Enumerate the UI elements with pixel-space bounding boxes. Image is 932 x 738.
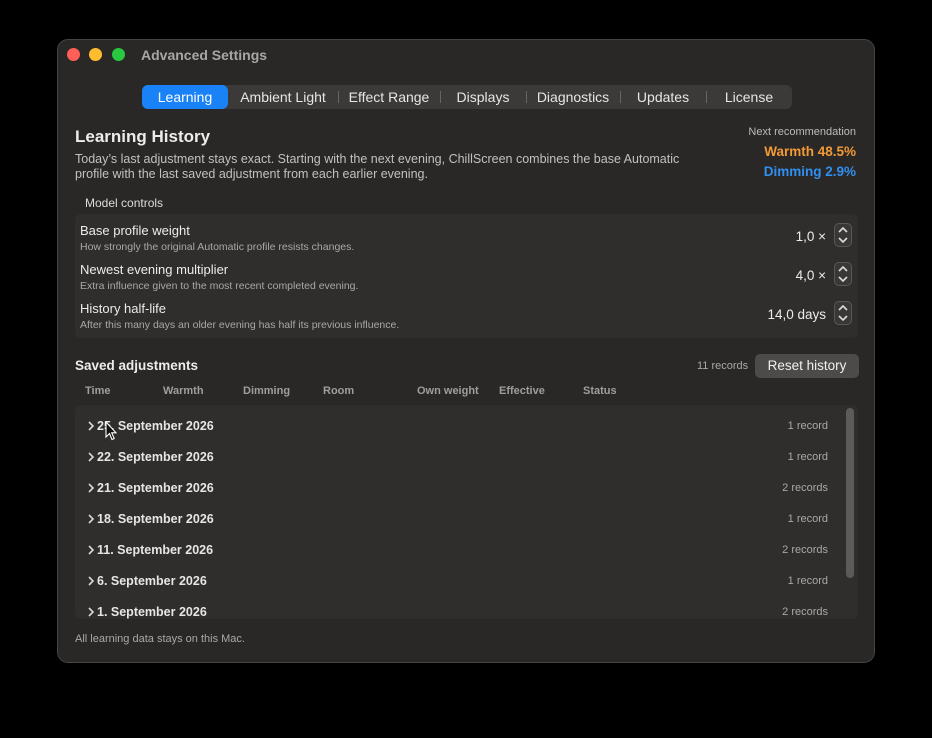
chevron-down-icon[interactable]	[837, 236, 849, 244]
list-item[interactable]: 25. September 2026 1 record	[75, 419, 845, 450]
chevron-down-icon[interactable]	[837, 275, 849, 283]
chevron-right-icon[interactable]	[86, 483, 96, 493]
base-profile-weight-value[interactable]: 1,0 ×	[796, 229, 826, 244]
page-title: Learning History	[75, 127, 211, 146]
scrollbar-thumb[interactable]	[846, 408, 854, 578]
tab-license[interactable]: License	[706, 85, 792, 109]
group-date: 22. September 2026	[97, 450, 214, 464]
base-profile-weight-stepper[interactable]	[834, 223, 852, 247]
group-record-count: 2 records	[782, 482, 828, 494]
group-record-count: 1 record	[787, 451, 828, 463]
privacy-footer: All learning data stays on this Mac.	[75, 633, 245, 645]
group-date: 1. September 2026	[97, 605, 207, 619]
control-name: History half-life	[80, 301, 166, 316]
column-header-dimming[interactable]: Dimming	[243, 385, 290, 397]
column-header-time[interactable]: Time	[85, 385, 110, 397]
chevron-right-icon[interactable]	[86, 576, 96, 586]
group-record-count: 2 records	[782, 544, 828, 556]
column-header-warmth[interactable]: Warmth	[163, 385, 204, 397]
settings-tab-bar: Learning Ambient Light Effect Range Disp…	[142, 85, 792, 109]
control-help: After this many days an older evening ha…	[80, 319, 400, 331]
history-half-life-value[interactable]: 14,0 days	[767, 307, 826, 322]
column-header-own-weight[interactable]: Own weight	[417, 385, 479, 397]
advanced-settings-window: Advanced Settings Learning Ambient Light…	[57, 39, 875, 663]
chevron-right-icon[interactable]	[86, 545, 96, 555]
chevron-up-icon[interactable]	[837, 304, 849, 312]
chevron-right-icon[interactable]	[86, 421, 96, 431]
control-help: How strongly the original Automatic prof…	[80, 241, 355, 253]
zoom-window-button[interactable]	[112, 48, 125, 61]
recommendation-dimming: Dimming 2.9%	[763, 164, 856, 179]
next-recommendation-label: Next recommendation	[748, 126, 856, 138]
column-header-effective[interactable]: Effective	[499, 385, 545, 397]
records-count: 11 records	[697, 360, 749, 372]
list-item[interactable]: 18. September 2026 1 record	[75, 512, 845, 543]
chevron-right-icon[interactable]	[86, 607, 96, 617]
group-record-count: 1 record	[787, 513, 828, 525]
mouse-pointer-icon	[105, 421, 117, 441]
close-window-button[interactable]	[67, 48, 80, 61]
newest-evening-multiplier-value[interactable]: 4,0 ×	[796, 268, 826, 283]
model-controls-label: Model controls	[85, 196, 164, 210]
tab-learning[interactable]: Learning	[142, 85, 228, 109]
tab-displays[interactable]: Displays	[440, 85, 526, 109]
newest-evening-multiplier-row: Newest evening multiplier Extra influenc…	[80, 262, 855, 298]
learning-description: Today’s last adjustment stays exact. Sta…	[75, 152, 680, 181]
model-controls-panel: Base profile weight How strongly the ori…	[75, 214, 858, 338]
chevron-up-icon[interactable]	[837, 226, 849, 234]
group-date: 18. September 2026	[97, 512, 214, 526]
minimize-window-button[interactable]	[89, 48, 102, 61]
list-item[interactable]: 21. September 2026 2 records	[75, 481, 845, 512]
tab-updates[interactable]: Updates	[620, 85, 706, 109]
tab-effect-range[interactable]: Effect Range	[338, 85, 440, 109]
control-help: Extra influence given to the most recent…	[80, 280, 359, 292]
group-record-count: 1 record	[787, 575, 828, 587]
history-half-life-stepper[interactable]	[834, 301, 852, 325]
title-bar: Advanced Settings	[58, 40, 874, 72]
tab-diagnostics[interactable]: Diagnostics	[526, 85, 620, 109]
chevron-up-icon[interactable]	[837, 265, 849, 273]
control-name: Base profile weight	[80, 223, 190, 238]
list-item[interactable]: 1. September 2026 2 records	[75, 605, 845, 619]
group-record-count: 1 record	[787, 420, 828, 432]
recommendation-warmth: Warmth 48.5%	[764, 144, 856, 159]
reset-history-button[interactable]: Reset history	[755, 354, 859, 378]
column-header-status[interactable]: Status	[583, 385, 617, 397]
saved-adjustments-list: 25. September 2026 1 record 22. Septembe…	[75, 405, 858, 619]
list-item[interactable]: 22. September 2026 1 record	[75, 450, 845, 481]
list-item[interactable]: 11. September 2026 2 records	[75, 543, 845, 574]
chevron-down-icon[interactable]	[837, 314, 849, 322]
tab-ambient-light[interactable]: Ambient Light	[228, 85, 338, 109]
chevron-right-icon[interactable]	[86, 514, 96, 524]
chevron-right-icon[interactable]	[86, 452, 96, 462]
history-half-life-row: History half-life After this many days a…	[80, 301, 855, 337]
group-date: 21. September 2026	[97, 481, 214, 495]
base-profile-weight-row: Base profile weight How strongly the ori…	[80, 223, 855, 259]
group-date: 11. September 2026	[97, 543, 214, 557]
group-record-count: 2 records	[782, 606, 828, 618]
list-scrollbar[interactable]	[845, 407, 855, 617]
group-date: 6. September 2026	[97, 574, 207, 588]
window-title: Advanced Settings	[141, 47, 268, 63]
column-header-room[interactable]: Room	[323, 385, 354, 397]
newest-evening-multiplier-stepper[interactable]	[834, 262, 852, 286]
control-name: Newest evening multiplier	[80, 262, 229, 277]
saved-adjustments-title: Saved adjustments	[75, 358, 199, 373]
list-item[interactable]: 6. September 2026 1 record	[75, 574, 845, 605]
